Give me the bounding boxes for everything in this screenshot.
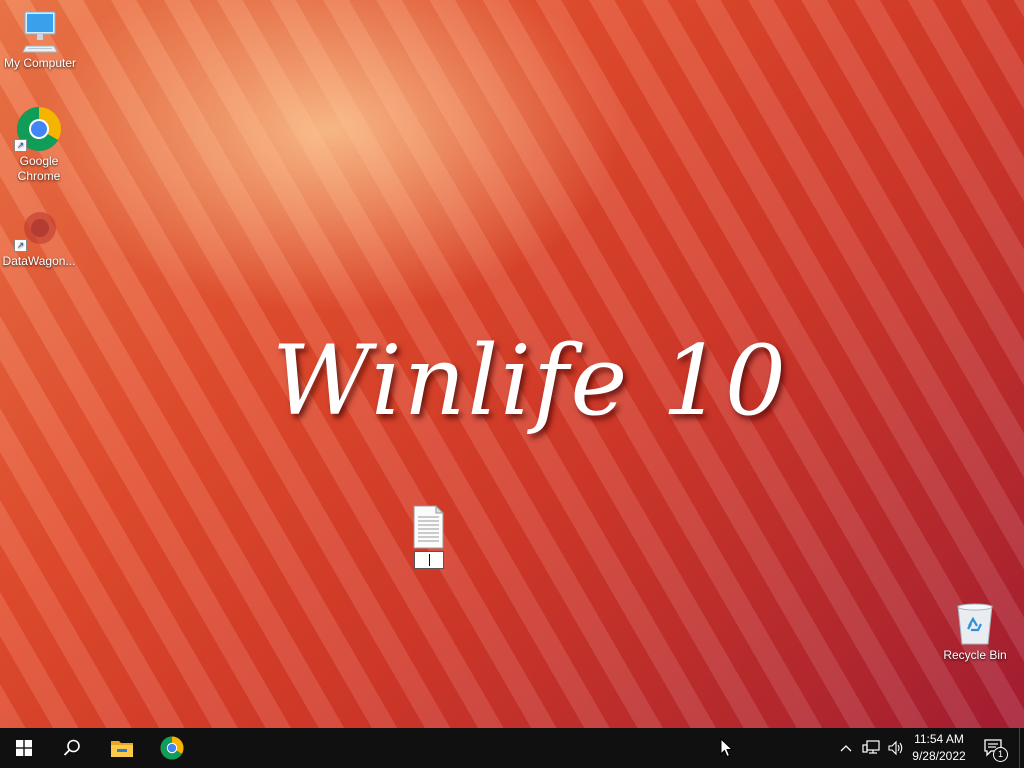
chrome-icon (160, 736, 184, 760)
desktop-icon-new-text-document[interactable] (410, 504, 450, 553)
show-desktop-button[interactable] (1019, 728, 1024, 768)
shortcut-arrow-icon: ↗ (14, 139, 27, 152)
desktop-icon-label: Google Chrome (17, 154, 61, 183)
recycle-bin-icon (957, 603, 993, 645)
taskbar: 11:54 AM 9/28/2022 1 (0, 728, 1024, 768)
desktop-icon-recycle-bin[interactable]: Recycle Bin (935, 602, 1015, 663)
chevron-up-icon (840, 745, 852, 752)
desktop-icon-google-chrome[interactable]: ↗ Google Chrome (0, 106, 79, 184)
desktop[interactable]: My Computer ↗ Google Chrome ↗ DataWagon.… (0, 0, 1024, 728)
text-file-icon (413, 504, 445, 549)
rename-input[interactable] (414, 551, 444, 569)
wallpaper-brand-text: Winlife 10 (272, 325, 788, 437)
action-center-button[interactable]: 1 (980, 728, 1008, 768)
desktop-icon-my-computer[interactable]: My Computer (0, 10, 80, 71)
search-icon (63, 739, 80, 756)
desktop-icon-label: DataWagon... (2, 254, 76, 268)
mouse-cursor-icon (720, 738, 734, 758)
notification-badge: 1 (993, 747, 1008, 762)
desktop-icon-label: Recycle Bin (943, 648, 1007, 662)
file-explorer-icon (111, 741, 133, 757)
taskbar-clock[interactable]: 11:54 AM 9/28/2022 (898, 731, 980, 765)
my-computer-icon (22, 11, 58, 53)
clock-date: 9/28/2022 (912, 749, 966, 763)
search-button[interactable] (48, 728, 96, 768)
desktop-icon-datawagon[interactable]: ↗ DataWagon... (0, 206, 79, 269)
show-hidden-icons-button[interactable] (836, 728, 856, 768)
text-caret (429, 554, 430, 566)
windows-start-icon (16, 740, 32, 756)
shortcut-arrow-icon: ↗ (14, 239, 27, 252)
clock-time: 11:54 AM (914, 732, 964, 746)
desktop-icon-label: My Computer (3, 56, 77, 70)
taskbar-chrome[interactable] (148, 728, 196, 768)
network-button[interactable] (858, 728, 884, 768)
start-button[interactable] (0, 728, 48, 768)
taskbar-file-explorer[interactable] (98, 728, 146, 768)
network-icon (862, 740, 880, 754)
